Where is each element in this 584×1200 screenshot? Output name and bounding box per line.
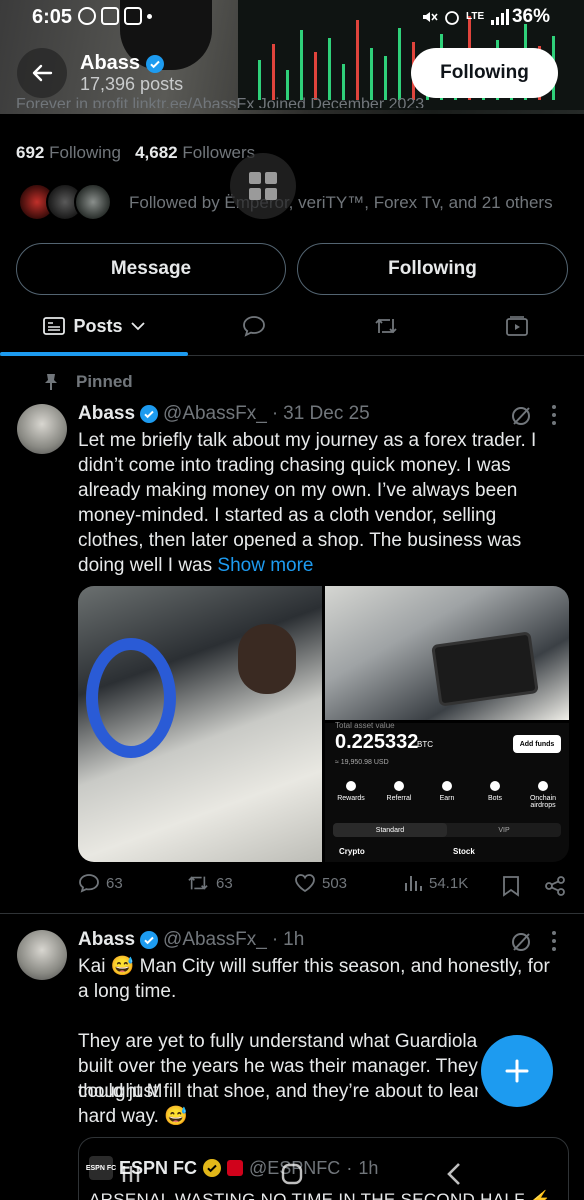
back-nav-icon[interactable]	[446, 1162, 462, 1186]
status-time: 6:05	[32, 6, 73, 28]
more-dot-icon	[147, 14, 152, 19]
post-text-line: could just fill that shoe, and they’re a…	[78, 1081, 478, 1102]
more-options-icon[interactable]	[550, 403, 558, 427]
following-count-link[interactable]: 692 Following	[16, 143, 121, 162]
show-more-link[interactable]: Show more	[217, 555, 313, 576]
pinned-label: Pinned	[44, 372, 133, 392]
status-bar: 6:05 LTE 36%	[0, 0, 584, 34]
tab-replies[interactable]	[222, 300, 286, 352]
notification-icons	[78, 7, 152, 25]
followers-count-link[interactable]: 4,682 Followers	[135, 143, 255, 162]
back-button[interactable]	[17, 48, 67, 98]
post-date[interactable]: 1h	[283, 929, 304, 951]
active-tab-indicator	[0, 352, 188, 356]
header-name: Abass	[80, 52, 141, 74]
media-screenshot-exchange[interactable]: Total asset value 0.225332 BTC ≈ 19,950.…	[325, 721, 569, 862]
post-handle[interactable]: @AbassFx_	[163, 403, 267, 425]
whatsapp-icon	[78, 7, 96, 25]
battery-level: 36%	[511, 6, 550, 27]
more-options-icon[interactable]	[550, 929, 558, 953]
post-avatar[interactable]	[17, 404, 67, 454]
post-divider	[0, 913, 584, 914]
heart-icon	[295, 874, 315, 893]
post-date[interactable]: 31 Dec 25	[283, 403, 370, 425]
media-icon	[506, 316, 528, 336]
chevron-down-icon	[130, 322, 145, 331]
post-actions: 63 63 503 54.1K	[78, 873, 568, 901]
header-post-count: 17,396 posts	[80, 74, 184, 94]
recents-icon[interactable]	[120, 1163, 142, 1185]
header-following-button[interactable]: Following	[411, 48, 558, 98]
reply-icon	[79, 874, 99, 893]
views-chart-icon	[405, 876, 422, 891]
post-media-grid[interactable]: Total asset value 0.225332 BTC ≈ 19,950.…	[78, 586, 569, 862]
media-photo-tablet-chart[interactable]	[325, 586, 569, 720]
verified-badge-icon	[140, 405, 159, 423]
posts-list-icon	[43, 317, 66, 335]
media-photo-car-driver[interactable]	[78, 586, 322, 862]
header-title: Abass	[80, 52, 165, 75]
verified-badge-icon	[146, 54, 165, 73]
home-icon[interactable]	[281, 1163, 303, 1185]
tab-posts-label: Posts	[73, 315, 123, 336]
network-label: LTE	[466, 11, 485, 22]
mute-icon	[423, 12, 438, 22]
following-button[interactable]: Following	[297, 243, 568, 295]
avatar	[74, 183, 112, 221]
post-header: Abass @AbassFx_ · 31 Dec 25	[78, 403, 370, 425]
profile-meta-row: Forever in profit linktr.ee/AbassFx Join…	[16, 96, 425, 108]
mutual-followers-avatars[interactable]	[18, 183, 112, 221]
tab-media[interactable]	[485, 300, 549, 352]
system-nav-bar	[0, 1150, 584, 1200]
post-author-name[interactable]: Abass	[78, 929, 135, 951]
bookmark-icon[interactable]	[502, 875, 520, 897]
repost-icon	[188, 876, 208, 890]
post-handle[interactable]: @AbassFx_	[163, 929, 267, 951]
follow-counts: 692 Following 4,682 Followers	[16, 143, 255, 163]
signal-icon	[491, 9, 510, 25]
followed-by-text[interactable]: Followed by Ëmperor, veriTY™, Forex Tv, …	[129, 193, 553, 213]
mail-icon	[101, 7, 119, 25]
grok-slash-icon[interactable]	[510, 405, 532, 427]
arrow-left-icon	[32, 64, 53, 82]
snapchat-icon	[124, 7, 142, 25]
pin-icon	[45, 374, 57, 390]
views-button[interactable]: 54.1K	[403, 873, 468, 893]
tab-posts[interactable]: Posts	[0, 300, 188, 352]
reply-button[interactable]: 63	[78, 873, 123, 893]
tab-reposts[interactable]	[354, 300, 418, 352]
share-icon[interactable]	[544, 875, 566, 897]
repost-icon	[375, 318, 397, 334]
reply-icon	[243, 316, 265, 337]
post-author-name[interactable]: Abass	[78, 403, 135, 425]
message-button[interactable]: Message	[16, 243, 286, 295]
profile-tabs: Posts	[0, 300, 584, 356]
compose-post-button[interactable]	[481, 1035, 553, 1107]
post-header: Abass @AbassFx_ · 1h	[78, 929, 305, 951]
plus-icon	[505, 1059, 529, 1083]
post-avatar[interactable]	[17, 930, 67, 980]
grok-slash-icon[interactable]	[510, 931, 532, 953]
post-text: Let me briefly talk about my journey as …	[78, 430, 537, 576]
grid-icon	[249, 172, 277, 200]
alarm-icon	[445, 11, 459, 25]
post-text-line: hard way. 😅	[78, 1106, 188, 1127]
floating-grid-button[interactable]	[230, 153, 296, 219]
verified-badge-icon	[140, 931, 159, 949]
post-text-line: Kai 😅 Man City will suffer this season, …	[78, 956, 550, 1002]
repost-button[interactable]: 63	[186, 873, 233, 893]
like-button[interactable]: 503	[294, 873, 347, 893]
